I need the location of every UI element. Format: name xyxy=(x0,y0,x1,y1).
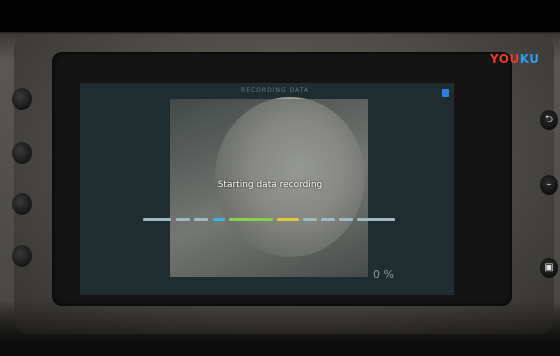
progress-active-cyan xyxy=(213,218,225,221)
logo-you: YOU xyxy=(490,52,520,66)
progress-track-segment xyxy=(303,218,317,221)
right-hardware-button-minus[interactable]: – xyxy=(540,175,558,195)
progress-percent: 0 % xyxy=(373,268,394,281)
back-icon: ⮌ xyxy=(544,114,553,125)
progress-track-segment xyxy=(339,218,353,221)
progress-track-segment xyxy=(143,218,171,221)
left-hardware-button-4[interactable] xyxy=(12,245,32,267)
video-frame: ⮌ – ▣ RECORDING DATA Starting data recor… xyxy=(0,0,560,356)
progress-track-segment xyxy=(357,218,395,221)
left-hardware-button-1[interactable] xyxy=(12,88,32,110)
letterbox-top xyxy=(0,0,560,32)
progress-track-segment xyxy=(321,218,335,221)
recording-progress-bar xyxy=(143,218,395,221)
left-hardware-button-3[interactable] xyxy=(12,193,32,215)
minus-icon: – xyxy=(546,179,552,190)
right-hardware-button-menu[interactable]: ▣ xyxy=(540,258,558,278)
progress-track-segment xyxy=(176,218,190,221)
menu-icon: ▣ xyxy=(544,262,554,273)
letterbox-bottom xyxy=(0,340,560,356)
logo-ku: KU xyxy=(519,52,540,66)
youku-watermark-logo: YOUKU xyxy=(490,52,540,66)
screen-top-label: RECORDING DATA xyxy=(241,87,309,94)
status-message: Starting data recording xyxy=(217,180,323,190)
progress-track-segment xyxy=(194,218,208,221)
save-icon xyxy=(442,89,449,97)
progress-active-yellow xyxy=(277,218,299,221)
bottom-shadow xyxy=(0,300,560,340)
left-hardware-button-2[interactable] xyxy=(12,142,32,164)
right-hardware-button-back[interactable]: ⮌ xyxy=(540,110,558,130)
progress-active-green xyxy=(229,218,273,221)
